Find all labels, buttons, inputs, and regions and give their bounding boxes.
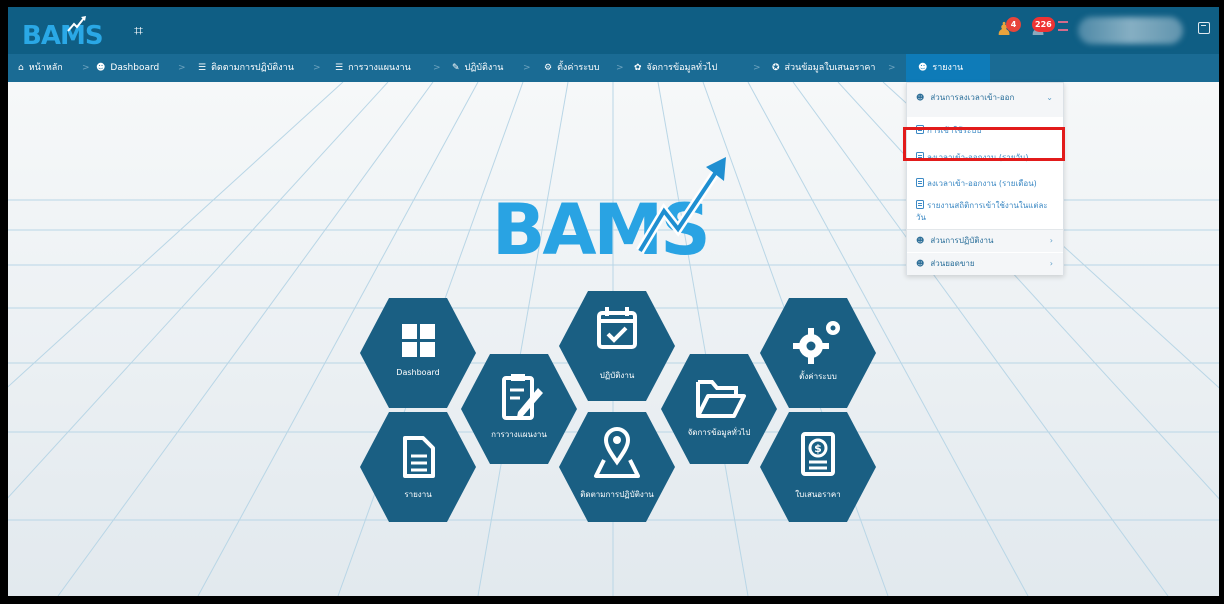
- list-icon: ☰: [198, 63, 207, 73]
- nav-planning[interactable]: ☰ การวางแผนงาน: [335, 54, 411, 82]
- tile-label: รายงาน: [404, 490, 432, 499]
- fullscreen-icon[interactable]: [1198, 22, 1210, 34]
- nav-separator: >: [523, 63, 531, 73]
- home-icon: ⌂: [18, 63, 24, 73]
- nav-separator: >: [82, 63, 90, 73]
- nav-separator: >: [616, 63, 624, 73]
- tile-report[interactable]: รายงาน: [359, 408, 477, 526]
- people-icon: ☻: [918, 63, 928, 73]
- tag-icon: ✪: [772, 63, 780, 73]
- nav-separator: >: [433, 63, 441, 73]
- nav-operations[interactable]: ✎ ปฏิบัติงาน: [452, 54, 503, 82]
- svg-text:$: $: [814, 442, 822, 455]
- nav-dashboard[interactable]: ☻ Dashboard: [96, 54, 159, 82]
- people-icon: ☻: [916, 93, 925, 102]
- nav-tracking[interactable]: ☰ ติดตามการปฏิบัติงาน: [198, 54, 294, 82]
- notification-badge: 226: [1032, 17, 1055, 32]
- user-profile[interactable]: [1078, 17, 1183, 44]
- report-dropdown: ☻ ส่วนการลงเวลาเข้า-ออก ⌄ การเข้าใช้ระบบ …: [906, 82, 1064, 275]
- gear-icon: ✿: [634, 63, 642, 73]
- people-icon: ☻: [96, 63, 106, 73]
- invoice-dollar-icon: $: [801, 432, 835, 476]
- dropdown-item-usage-stats[interactable]: รายงานสถิติการเข้าใช้งานในแต่ละวัน: [907, 200, 1057, 224]
- edit-icon: ✎: [452, 63, 460, 73]
- nav-separator: >: [178, 63, 186, 73]
- app-logo[interactable]: BAMS: [22, 15, 104, 51]
- trend-arrow-icon: [67, 16, 86, 32]
- tile-label: ติดตามการปฏิบัติงาน: [580, 490, 654, 499]
- tile-label: ใบเสนอราคา: [795, 490, 841, 499]
- menu-icon[interactable]: [1058, 21, 1068, 31]
- nav-home[interactable]: ⌂ หน้าหลัก: [18, 54, 63, 82]
- dropdown-group-work[interactable]: ☻ ส่วนการปฏิบัติงาน ›: [907, 230, 1063, 252]
- list-icon: ☰: [335, 63, 344, 73]
- nav-quotation[interactable]: ✪ ส่วนข้อมูลใบเสนอราคา: [772, 54, 875, 82]
- trend-arrow-icon: [636, 157, 726, 254]
- nav-report[interactable]: ☻ รายงาน: [906, 54, 990, 82]
- chevron-right-icon: ›: [1049, 259, 1053, 268]
- map-pin-icon: [594, 427, 640, 478]
- app-logo-text: BAMS: [22, 21, 104, 51]
- gears-icon: ⚙: [544, 63, 553, 73]
- chevron-down-icon: ⌄: [1046, 93, 1053, 102]
- tile-tracking[interactable]: ติดตามการปฏิบัติงาน: [558, 408, 676, 526]
- chevron-right-icon: ›: [1049, 236, 1053, 245]
- nav-separator: >: [753, 63, 761, 73]
- calendar-check-icon: [597, 307, 637, 349]
- document-icon: [403, 436, 435, 478]
- people-icon: ☻: [916, 236, 925, 245]
- expand-icon[interactable]: ⌗: [134, 21, 143, 41]
- bams-logo: BAMS: [492, 155, 762, 275]
- highlight-box: [903, 127, 1065, 161]
- tile-quotation[interactable]: $ ใบเสนอราคา: [759, 408, 877, 526]
- nav-separator: >: [313, 63, 321, 73]
- document-icon: [916, 178, 924, 187]
- top-bar: BAMS ⌗ ♟ 4 ♟ 226: [8, 7, 1219, 54]
- people-icon: ☻: [916, 259, 925, 268]
- main-navigation: ⌂ หน้าหลัก > ☻ Dashboard > ☰ ติดตามการปฏิบั…: [8, 54, 1219, 82]
- document-icon: [916, 200, 924, 209]
- nav-separator: >: [888, 63, 896, 73]
- notification-badge: 4: [1006, 17, 1021, 32]
- nav-general-data[interactable]: ✿ จัดการข้อมูลทั่วไป: [634, 54, 717, 82]
- dropdown-item-monthly-time[interactable]: ลงเวลาเข้า-ออกงาน (รายเดือน): [907, 177, 1063, 190]
- dropdown-group-sales[interactable]: ☻ ส่วนยอดขาย ›: [907, 253, 1063, 275]
- nav-settings[interactable]: ⚙ ตั้งค่าระบบ: [544, 54, 600, 82]
- dropdown-group-time[interactable]: ☻ ส่วนการลงเวลาเข้า-ออก ⌄: [907, 83, 1063, 117]
- app-window: BAMS ⌗ ♟ 4 ♟ 226 ⌂หน้าหลัก > ☻Dashboard …: [8, 7, 1219, 596]
